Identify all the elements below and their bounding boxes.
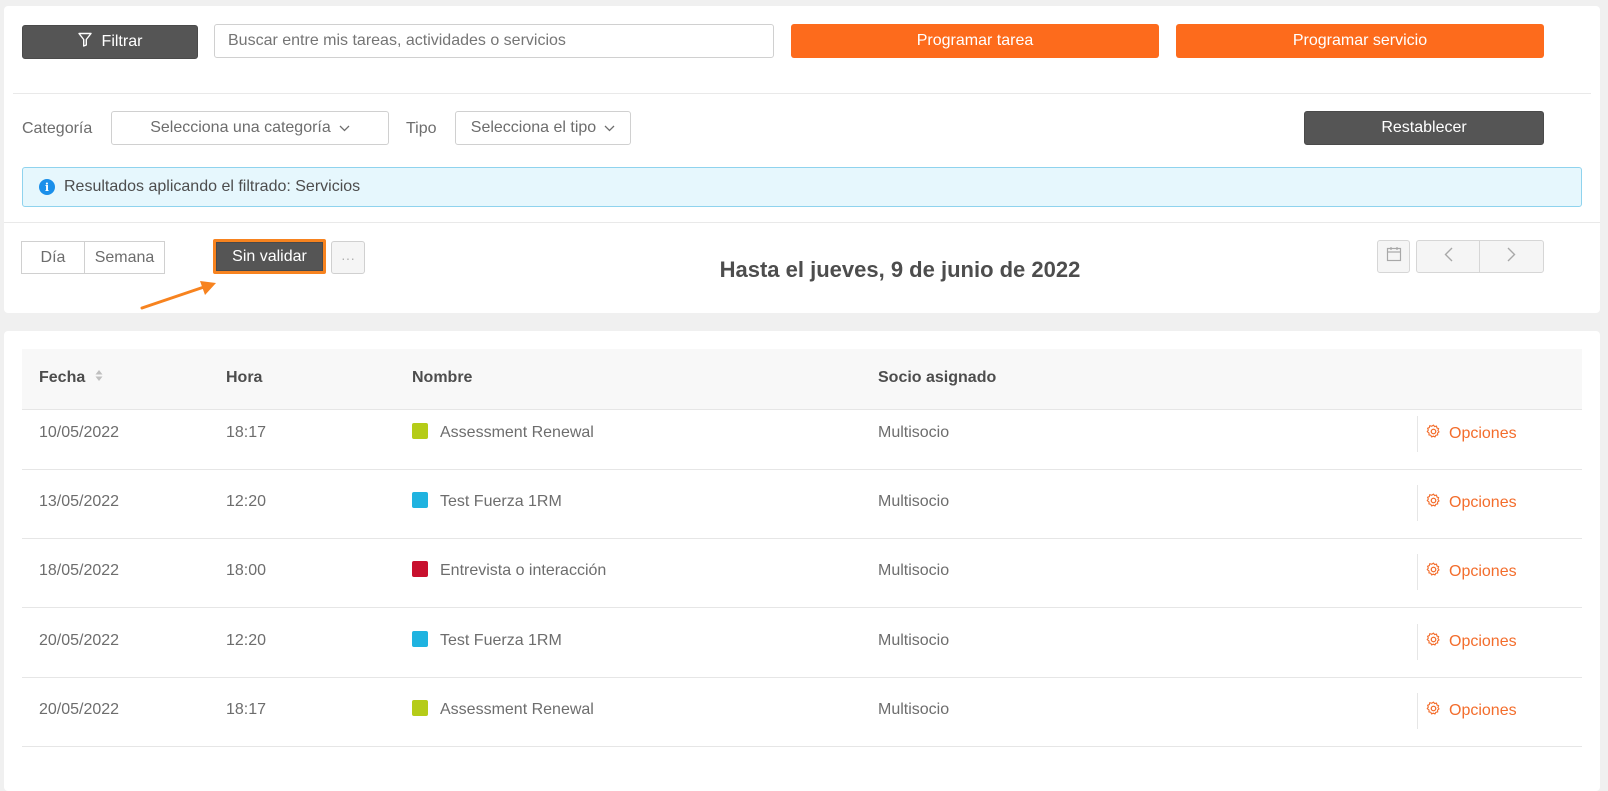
row-options-button[interactable]: Opciones	[1417, 624, 1517, 660]
row-name[interactable]: Assessment Renewal	[440, 424, 594, 442]
type-select[interactable]: Selecciona el tipo	[455, 111, 631, 145]
row-options-label: Opciones	[1449, 702, 1517, 719]
annotation-arrow	[140, 281, 216, 310]
more-options-button[interactable]: ···	[331, 241, 365, 274]
chevron-left-icon	[1444, 247, 1453, 267]
row-name[interactable]: Test Fuerza 1RM	[440, 493, 562, 511]
filter-results-alert: i Resultados aplicando el filtrado: Serv…	[22, 167, 1582, 207]
calendar-button[interactable]	[1377, 240, 1410, 273]
row-options-button[interactable]: Opciones	[1417, 554, 1517, 590]
next-button[interactable]	[1479, 240, 1544, 273]
row-options-label: Opciones	[1449, 633, 1517, 650]
row-options-button[interactable]: Opciones	[1417, 416, 1517, 452]
column-header-partner: Socio asignado	[878, 369, 997, 386]
table-row: 18/05/2022 18:00 Entrevista o interacció…	[22, 537, 1582, 608]
row-time: 18:00	[226, 562, 267, 579]
schedule-service-button[interactable]: Programar servicio	[1176, 24, 1544, 58]
table-row: 20/05/2022 12:20 Test Fuerza 1RM Multiso…	[22, 607, 1582, 678]
table-row: 10/05/2022 18:17 Assessment Renewal Mult…	[22, 399, 1582, 470]
reset-button[interactable]: Restablecer	[1304, 111, 1544, 145]
row-partner: Multisocio	[878, 562, 950, 579]
category-label: Categoría	[22, 120, 93, 137]
gear-icon	[1426, 424, 1441, 444]
row-date: 18/05/2022	[39, 562, 120, 579]
column-header-date[interactable]: Fecha	[39, 369, 103, 387]
type-select-value: Selecciona el tipo	[470, 119, 597, 136]
row-partner: Multisocio	[878, 424, 950, 441]
row-partner: Multisocio	[878, 632, 950, 649]
category-color-swatch	[412, 492, 428, 508]
row-name[interactable]: Assessment Renewal	[440, 701, 594, 719]
row-time: 12:20	[226, 632, 267, 649]
unvalidated-button[interactable]: Sin validar	[216, 242, 323, 271]
row-date: 10/05/2022	[39, 424, 120, 441]
divider	[13, 93, 1591, 94]
type-label: Tipo	[406, 120, 437, 137]
row-time: 18:17	[226, 424, 267, 441]
week-view-button[interactable]: Semana	[84, 241, 165, 274]
filter-button-label: Filtrar	[101, 33, 143, 50]
category-color-swatch	[412, 631, 428, 647]
row-time: 18:17	[226, 701, 267, 718]
category-color-swatch	[412, 700, 428, 716]
row-partner: Multisocio	[878, 493, 950, 510]
row-options-label: Opciones	[1449, 563, 1517, 580]
day-view-button[interactable]: Día	[21, 241, 85, 274]
category-select-value: Selecciona una categoría	[150, 119, 331, 136]
divider	[4, 222, 1600, 223]
table-row: 13/05/2022 12:20 Test Fuerza 1RM Multiso…	[22, 468, 1582, 539]
row-options-button[interactable]: Opciones	[1417, 693, 1517, 729]
alert-text: Resultados aplicando el filtrado: Servic…	[64, 178, 361, 195]
row-date: 20/05/2022	[39, 632, 120, 649]
gear-icon	[1426, 632, 1441, 652]
sort-icon[interactable]	[95, 369, 103, 387]
row-options-label: Opciones	[1449, 425, 1517, 442]
gear-icon	[1426, 562, 1441, 582]
chevron-right-icon	[1507, 247, 1516, 267]
row-time: 12:20	[226, 493, 267, 510]
table-row: 20/05/2022 18:17 Assessment Renewal Mult…	[22, 676, 1582, 747]
info-icon: i	[39, 179, 55, 195]
column-header-name: Nombre	[412, 369, 473, 386]
column-header-time: Hora	[226, 369, 263, 386]
column-header-date-label: Fecha	[39, 369, 86, 386]
date-range-title: Hasta el jueves, 9 de junio de 2022	[719, 257, 1081, 282]
row-name[interactable]: Entrevista o interacción	[440, 562, 606, 580]
filter-button[interactable]: Filtrar	[22, 25, 198, 59]
gear-icon	[1426, 493, 1441, 513]
row-date: 20/05/2022	[39, 701, 120, 718]
category-color-swatch	[412, 423, 428, 439]
chevron-down-icon	[339, 119, 350, 137]
gear-icon	[1426, 701, 1441, 721]
schedule-task-button[interactable]: Programar tarea	[791, 24, 1159, 58]
previous-button[interactable]	[1416, 240, 1480, 273]
row-options-label: Opciones	[1449, 494, 1517, 511]
category-color-swatch	[412, 561, 428, 577]
row-options-button[interactable]: Opciones	[1417, 485, 1517, 521]
calendar-icon	[1386, 246, 1402, 267]
row-date: 13/05/2022	[39, 493, 120, 510]
chevron-down-icon	[604, 119, 615, 137]
funnel-icon	[77, 32, 92, 52]
category-select[interactable]: Selecciona una categoría	[111, 111, 389, 145]
row-partner: Multisocio	[878, 701, 950, 718]
search-input[interactable]	[214, 24, 774, 58]
row-name[interactable]: Test Fuerza 1RM	[440, 632, 562, 650]
